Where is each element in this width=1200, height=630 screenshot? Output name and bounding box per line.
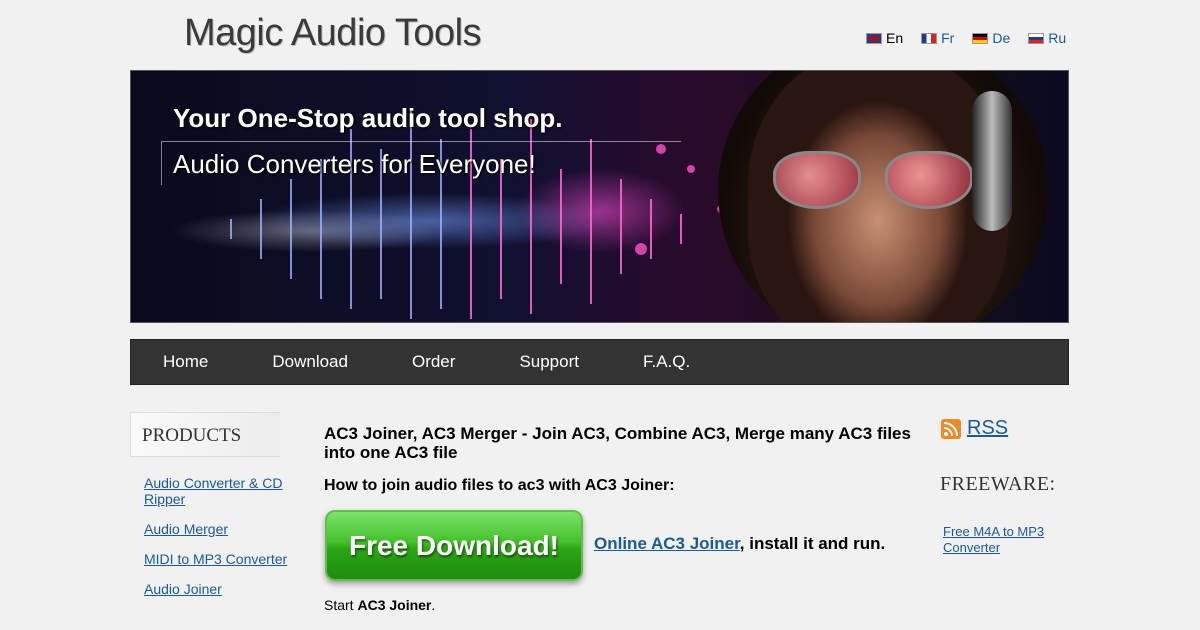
nav-support[interactable]: Support [487,352,611,372]
lang-en-link[interactable]: En [866,30,903,46]
product-link-audio-joiner[interactable]: Audio Joiner [144,581,304,597]
products-title: PRODUCTS [142,425,242,446]
freeware-link-m4a-to-mp3[interactable]: Free M4A to MP3 Converter [943,524,1053,556]
headphone-graphic [972,91,1012,231]
site-logo[interactable]: Magic Audio Tools [184,12,482,55]
lang-fr-label: Fr [941,30,955,46]
lang-en-label: En [886,30,904,46]
page-subtitle: How to join audio files to ac3 with AC3 … [324,477,675,494]
lang-de-label: De [992,30,1011,46]
download-instruction-suffix: , install it and run. [739,534,886,553]
banner-headline: Your One-Stop audio tool shop. [173,103,563,133]
nav-faq[interactable]: F.A.Q. [611,352,722,372]
start-app-name: AC3 Joiner [357,597,432,613]
product-link-audio-converter[interactable]: Audio Converter & CD Ripper [144,475,304,507]
rss-link[interactable]: RSS [941,417,1008,440]
lang-ru-link[interactable]: Ru [1028,30,1066,46]
germany-flag-icon [972,32,989,44]
product-link-midi-to-mp3[interactable]: MIDI to MP3 Converter [144,551,304,567]
lang-ru-label: Ru [1048,30,1067,46]
nav-order[interactable]: Order [380,352,487,372]
nav-home[interactable]: Home [131,352,240,372]
freeware-title: FREEWARE: [940,473,1056,495]
sunglasses-graphic [773,151,973,211]
uk-flag-icon [866,32,882,44]
start-prefix: Start [324,597,358,613]
banner-tagline: Audio Converters for Everyone! [173,149,536,179]
left-lens [773,151,861,209]
russia-flag-icon [1028,32,1045,44]
product-list: Audio Converter & CD Ripper Audio Merger… [144,475,304,611]
france-flag-icon [921,32,938,44]
main-nav: Home Download Order Support F.A.Q. [130,339,1069,385]
nav-download[interactable]: Download [240,352,380,372]
start-instruction: Start AC3 Joiner. [324,597,435,613]
lang-de-link[interactable]: De [972,30,1010,46]
language-switcher: En Fr De Ru [866,30,1066,46]
rss-label: RSS [967,417,1009,439]
right-lens [885,151,973,209]
lang-fr-link[interactable]: Fr [921,30,954,46]
rss-icon [941,418,961,439]
start-suffix: . [431,597,436,613]
online-ac3-joiner-link[interactable]: Online AC3 Joiner [594,534,740,553]
free-download-button[interactable]: Free Download! [325,510,583,581]
hero-banner: Your One-Stop audio tool shop. Audio Con… [130,70,1069,323]
page-title: AC3 Joiner, AC3 Merger - Join AC3, Combi… [324,424,911,462]
download-instruction: Online AC3 Joiner, install it and run. [594,534,885,554]
product-link-audio-merger[interactable]: Audio Merger [144,521,304,537]
products-header: PRODUCTS [130,412,280,457]
